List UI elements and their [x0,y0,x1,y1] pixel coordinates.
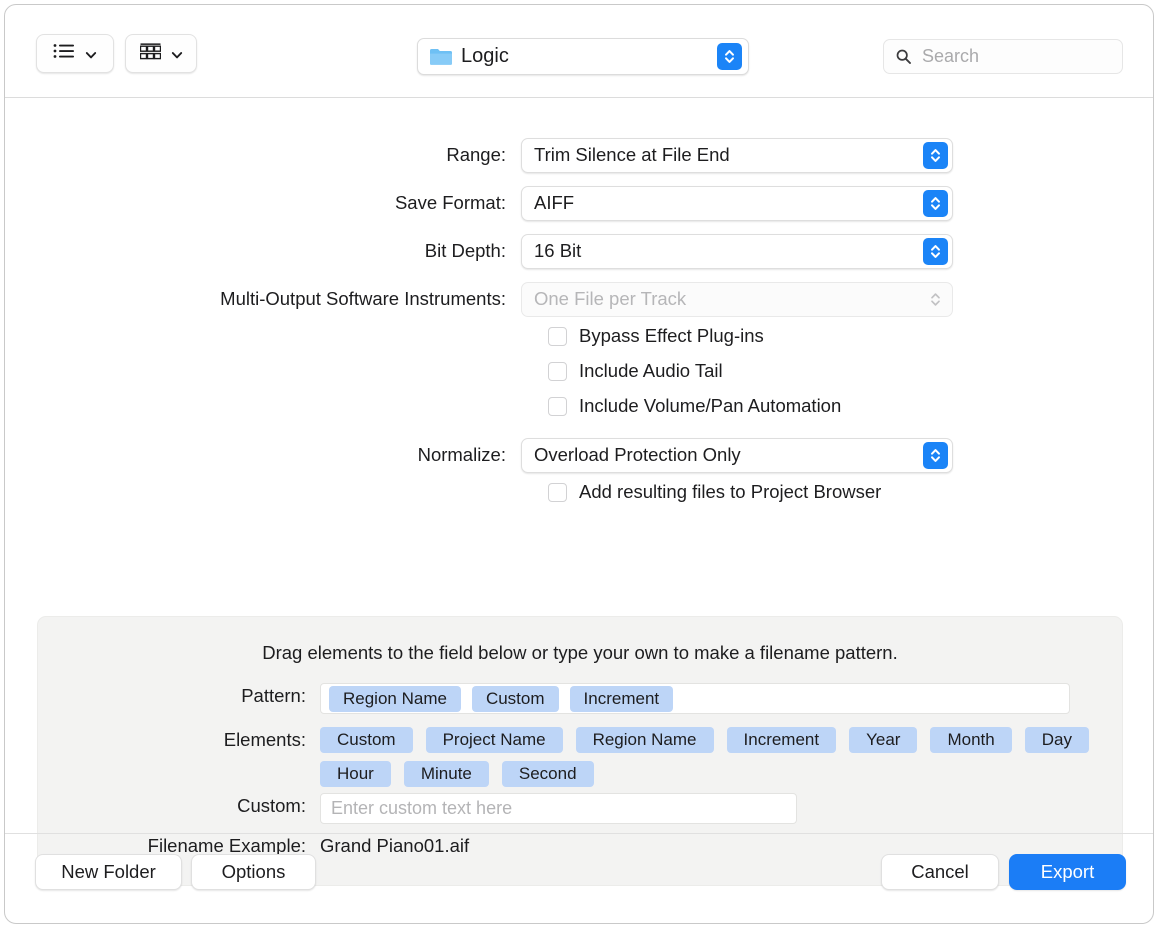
list-view-icon [53,43,75,64]
element-token-second[interactable]: Second [502,761,594,787]
range-label: Range: [5,144,521,166]
checkbox-row-bypass-effect-plug-ins[interactable]: Bypass Effect Plug-ins [548,325,764,347]
element-token-hour[interactable]: Hour [320,761,391,787]
export-button[interactable]: Export [1009,854,1126,890]
chevron-down-icon [171,48,183,60]
checkbox-row-include-volume-pan-automation[interactable]: Include Volume/Pan Automation [548,395,841,417]
checkbox-indicator[interactable] [548,362,567,381]
custom-placeholder: Enter custom text here [331,798,512,819]
range-row: Range: Trim Silence at File End [5,138,1153,172]
folder-icon [430,48,452,65]
up-down-chevron-icon [923,142,948,169]
custom-text-input[interactable]: Enter custom text here [320,793,797,824]
search-icon [896,49,911,64]
location-name: Logic [461,45,717,68]
element-token-day[interactable]: Day [1025,727,1089,753]
up-down-chevron-icon [923,238,948,265]
pattern-row: Pattern: Region Name Custom Increment [38,683,1070,714]
bit-depth-value: 16 Bit [534,240,923,262]
toolbar: Logic Search [5,5,1153,98]
element-token-project-name[interactable]: Project Name [426,727,563,753]
panel-hint-text: Drag elements to the field below or type… [38,642,1122,664]
search-placeholder: Search [922,46,979,67]
checkbox-indicator[interactable] [548,397,567,416]
search-input[interactable]: Search [883,39,1123,74]
elements-token-list: Custom Project Name Region Name Incremen… [320,727,1100,787]
export-dialog-window: Logic Search Range: Trim Sil [4,4,1154,924]
up-down-chevron-icon [923,190,948,217]
checkbox-label: Include Volume/Pan Automation [579,395,841,417]
elements-row: Elements: Custom Project Name Region Nam… [38,727,1100,787]
elements-label: Elements: [38,727,320,753]
save-format-row: Save Format: AIFF [5,186,1153,220]
bit-depth-label: Bit Depth: [5,240,521,262]
pattern-token[interactable]: Region Name [329,686,461,712]
checkbox-indicator[interactable] [548,327,567,346]
list-view-button[interactable] [36,34,114,73]
range-value: Trim Silence at File End [534,144,923,166]
normalize-value: Overload Protection Only [534,444,923,466]
custom-label: Custom: [38,793,320,819]
new-folder-button[interactable]: New Folder [35,854,182,890]
up-down-chevron-icon [923,286,948,313]
save-format-popup-button[interactable]: AIFF [521,186,953,221]
checkbox-label: Bypass Effect Plug-ins [579,325,764,347]
pattern-label: Pattern: [38,683,320,709]
normalize-row: Normalize: Overload Protection Only [5,438,1153,472]
custom-row: Custom: Enter custom text here [38,793,797,824]
multi-output-label: Multi-Output Software Instruments: [5,288,521,310]
element-token-minute[interactable]: Minute [404,761,489,787]
element-token-year[interactable]: Year [849,727,917,753]
dialog-footer: New Folder Options Cancel Export [5,833,1153,923]
normalize-popup-button[interactable]: Overload Protection Only [521,438,953,473]
location-popup-button[interactable]: Logic [417,38,749,75]
cancel-button[interactable]: Cancel [881,854,999,890]
multi-output-popup-button: One File per Track [521,282,953,317]
multi-output-row: Multi-Output Software Instruments: One F… [5,282,1153,316]
dialog-content: Range: Trim Silence at File End Save For… [5,98,1153,833]
element-token-month[interactable]: Month [930,727,1011,753]
checkbox-label: Include Audio Tail [579,360,723,382]
checkbox-row-add-resulting-files-to-project-browser[interactable]: Add resulting files to Project Browser [548,481,881,503]
element-token-region-name[interactable]: Region Name [576,727,714,753]
group-view-icon [140,43,161,65]
element-token-custom[interactable]: Custom [320,727,413,753]
multi-output-value: One File per Track [534,288,923,310]
up-down-chevron-icon [923,442,948,469]
save-format-value: AIFF [534,192,923,214]
chevron-down-icon [85,48,97,60]
pattern-field[interactable]: Region Name Custom Increment [320,683,1070,714]
normalize-label: Normalize: [5,444,521,466]
bit-depth-popup-button[interactable]: 16 Bit [521,234,953,269]
up-down-chevron-icon [717,43,742,70]
save-format-label: Save Format: [5,192,521,214]
checkbox-row-include-audio-tail[interactable]: Include Audio Tail [548,360,723,382]
group-view-button[interactable] [125,34,197,73]
element-token-increment[interactable]: Increment [727,727,837,753]
range-popup-button[interactable]: Trim Silence at File End [521,138,953,173]
pattern-token[interactable]: Custom [472,686,559,712]
checkbox-label: Add resulting files to Project Browser [579,481,881,503]
bit-depth-row: Bit Depth: 16 Bit [5,234,1153,268]
pattern-token[interactable]: Increment [570,686,674,712]
options-button[interactable]: Options [191,854,316,890]
checkbox-indicator[interactable] [548,483,567,502]
